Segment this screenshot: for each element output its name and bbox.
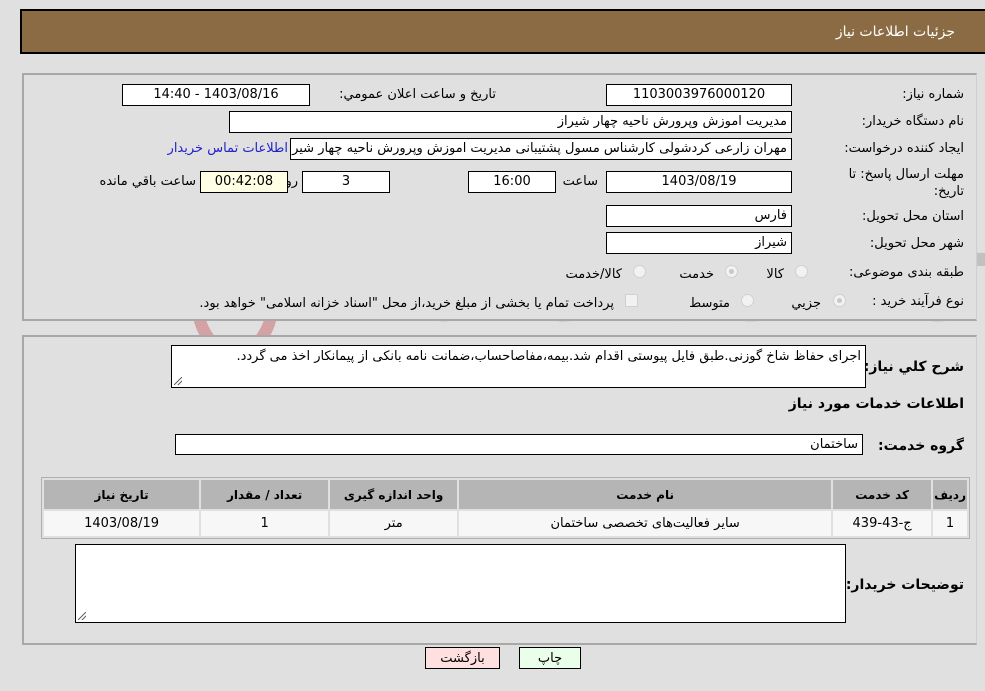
resize-grip-icon[interactable] (78, 612, 86, 620)
announce-datetime-field: 1403/08/16 - 14:40 (122, 84, 310, 106)
requester-label: ايجاد کننده درخواست: (844, 141, 964, 156)
col-service-name: نام خدمت (459, 480, 832, 509)
province-label: استان محل تحويل: (862, 209, 964, 224)
city-field: شيراز (606, 232, 792, 254)
category-label: طبقه بندی موضوعی: (848, 265, 964, 280)
cell-need-date: 1403/08/19 (44, 511, 200, 536)
purchase-type-label: نوع فرآيند خريد : (872, 294, 964, 309)
purchase-minor-label: جزيي (791, 296, 821, 311)
services-table: رديف کد خدمت نام خدمت واحد اندازه گيری ت… (41, 477, 970, 539)
category-goods-service-label: کالا/خدمت (565, 267, 622, 282)
description-text: اجرای حفاظ شاخ گوزنی.طبق فایل پیوستی اقد… (236, 349, 861, 364)
col-need-date: تاريخ نياز (44, 480, 200, 509)
service-group-field: ساختمان (175, 434, 863, 455)
purchase-medium-label: متوسط (689, 296, 730, 311)
treasury-note: پرداخت تمام يا بخشی از مبلغ خريد،از محل … (199, 296, 614, 311)
resize-grip-icon[interactable] (174, 377, 182, 385)
cell-service-name: ساير فعاليت‌های تخصصی ساختمان (459, 511, 832, 536)
remaining-days-field: 3 (302, 171, 390, 193)
buyer-notes-textarea[interactable] (75, 544, 846, 623)
page-header: جزئیات اطلاعات نیاز (20, 9, 985, 54)
services-panel: شرح کلي نياز: اجرای حفاظ شاخ گوزنی.طبق ف… (22, 335, 977, 645)
service-group-label: گروه خدمت: (878, 438, 964, 454)
buyer-notes-label: توضيحات خريدار: (845, 577, 964, 593)
purchase-minor-radio[interactable] (833, 294, 846, 307)
announce-datetime-label: تاريخ و ساعت اعلان عمومي: (339, 87, 496, 102)
print-button[interactable]: چاپ (519, 647, 581, 669)
category-service-radio[interactable] (725, 265, 738, 278)
deadline-label: مهلت ارسال پاسخ: تا تاريخ: (848, 167, 964, 199)
category-goods-radio[interactable] (795, 265, 808, 278)
province-field: فارس (606, 205, 792, 227)
category-goods-label: کالا (766, 267, 784, 282)
deadline-time-label: ساعت (562, 174, 598, 189)
col-unit: واحد اندازه گيری (330, 480, 458, 509)
city-label: شهر محل تحويل: (869, 236, 964, 251)
need-number-field: 1103003976000120 (606, 84, 792, 106)
description-label: شرح کلي نياز: (863, 359, 964, 375)
purchase-medium-radio[interactable] (741, 294, 754, 307)
buyer-contact-link[interactable]: اطلاعات تماس خريدار (168, 141, 288, 156)
buyer-org-field: مديريت اموزش وپرورش ناحيه چهار شيراز (229, 111, 792, 133)
cell-row-number: 1 (933, 511, 967, 536)
remaining-time-field: 00:42:08 (200, 171, 288, 193)
table-header-row: رديف کد خدمت نام خدمت واحد اندازه گيری ت… (44, 480, 967, 509)
remaining-label: ساعت باقي مانده (99, 174, 196, 189)
col-row-number: رديف (933, 480, 967, 509)
col-service-code: کد خدمت (833, 480, 932, 509)
deadline-date-field: 1403/08/19 (606, 171, 792, 193)
category-goods-service-radio[interactable] (633, 265, 646, 278)
deadline-time-field: 16:00 (468, 171, 556, 193)
cell-unit: متر (330, 511, 458, 536)
cell-service-code: ج-43-439 (833, 511, 932, 536)
buyer-org-label: نام دستگاه خريدار: (861, 114, 964, 129)
col-quantity: تعداد / مقدار (201, 480, 329, 509)
requester-field: مهران زارعی کردشولی کارشناس مسول پشتیبان… (290, 138, 792, 160)
page-title: جزئیات اطلاعات نیاز (835, 23, 955, 40)
services-section-title: اطلاعات خدمات مورد نياز (788, 396, 964, 412)
back-button[interactable]: بازگشت (425, 647, 500, 669)
description-textarea[interactable]: اجرای حفاظ شاخ گوزنی.طبق فایل پیوستی اقد… (171, 345, 866, 388)
need-details-panel: شماره نیاز: 1103003976000120 تاريخ و ساع… (22, 73, 977, 321)
need-number-label: شماره نیاز: (902, 87, 964, 102)
category-service-label: خدمت (679, 267, 714, 282)
treasury-checkbox[interactable] (625, 294, 638, 307)
table-row: 1 ج-43-439 ساير فعاليت‌های تخصصی ساختمان… (44, 511, 967, 536)
cell-quantity: 1 (201, 511, 329, 536)
